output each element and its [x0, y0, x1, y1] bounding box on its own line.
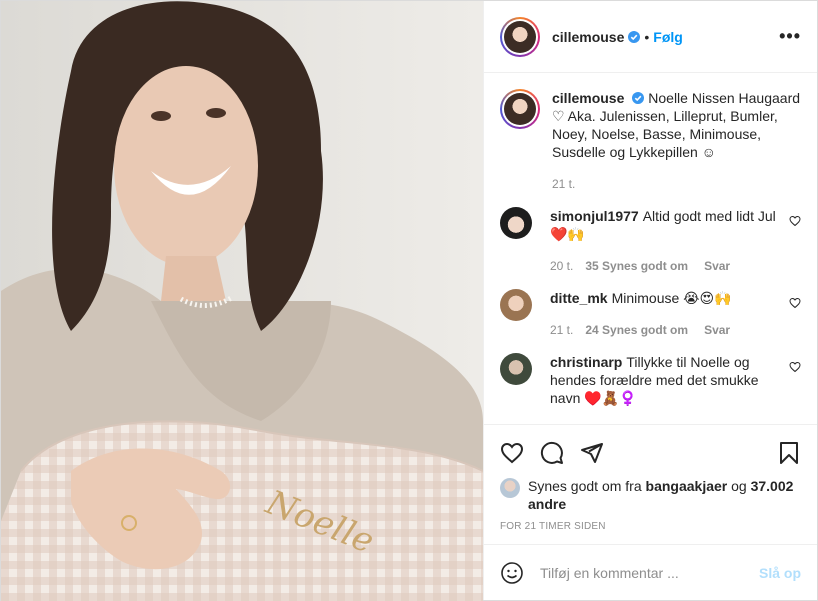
- comment-username[interactable]: simonjul1977: [550, 208, 639, 224]
- liker-avatar[interactable]: [500, 478, 520, 498]
- share-send-icon[interactable]: [580, 441, 604, 465]
- reply-button[interactable]: Svar: [704, 321, 730, 339]
- commenter-avatar[interactable]: [500, 207, 532, 239]
- comment-username[interactable]: ditte_mk: [550, 290, 608, 306]
- likes-prefix: Synes godt om fra: [528, 478, 642, 494]
- like-comment-heart-icon[interactable]: [789, 297, 801, 309]
- verified-badge-icon: [628, 30, 641, 43]
- comment-row: simonjul1977 Altid godt med lidt Jul ❤️🙌 …: [500, 207, 801, 275]
- comment-likes[interactable]: 24 Synes godt om: [585, 321, 688, 339]
- caption: cillemouse Noelle Nissen Haugaard ♡ Aka.…: [500, 89, 801, 193]
- caption-meta: 21 t.: [552, 175, 801, 193]
- separator-dot: •: [644, 28, 650, 45]
- like-comment-heart-icon[interactable]: [789, 361, 801, 373]
- comment-username[interactable]: christinarp: [550, 354, 622, 370]
- post-comment-button[interactable]: Slå op: [759, 565, 801, 581]
- post-timestamp[interactable]: FOR 21 TIMER SIDEN: [500, 521, 801, 532]
- more-options-button[interactable]: •••: [779, 26, 801, 47]
- author-username[interactable]: cillemouse: [552, 29, 624, 45]
- post-side-panel: cillemouse • Følg ••• cillemouse Noelle …: [483, 1, 817, 600]
- likes-joiner: og: [731, 478, 747, 494]
- comment-row: ditte_mk Minimouse 😭😍🙌 21 t. 24 Synes god…: [500, 289, 801, 339]
- likes-summary: Synes godt om fra bangaakjaer og 37.002 …: [500, 477, 801, 513]
- comment-time[interactable]: 20 t.: [550, 257, 573, 275]
- commenter-avatar[interactable]: [500, 353, 532, 385]
- like-comment-heart-icon[interactable]: [789, 215, 801, 227]
- follow-button[interactable]: Følg: [653, 29, 683, 45]
- like-heart-icon[interactable]: [500, 441, 524, 465]
- reply-button[interactable]: Svar: [704, 257, 730, 275]
- post-photo[interactable]: Noelle: [1, 1, 483, 601]
- post-actions: Synes godt om fra bangaakjaer og 37.002 …: [484, 424, 817, 544]
- liker-username[interactable]: bangaakjaer: [646, 478, 728, 494]
- commenter-avatar[interactable]: [500, 289, 532, 321]
- save-bookmark-icon[interactable]: [777, 441, 801, 465]
- post-header: cillemouse • Følg •••: [484, 1, 817, 73]
- comment-time[interactable]: 21 t.: [550, 321, 573, 339]
- comment-input[interactable]: [540, 564, 759, 581]
- comments-list[interactable]: cillemouse Noelle Nissen Haugaard ♡ Aka.…: [484, 73, 817, 424]
- instagram-post: Noelle cillemouse • Følg ••• cillemouse …: [0, 0, 818, 601]
- verified-badge-icon: [632, 92, 645, 104]
- add-comment-bar: Slå op: [484, 544, 817, 600]
- author-avatar[interactable]: [500, 16, 540, 57]
- caption-time[interactable]: 21 t.: [552, 175, 575, 193]
- caption-username[interactable]: cillemouse: [552, 90, 624, 106]
- emoji-smiley-icon[interactable]: [500, 561, 524, 585]
- comment-row: christinarp Tillykke til Noelle og hendes…: [500, 353, 801, 407]
- comment-likes[interactable]: 35 Synes godt om: [585, 257, 688, 275]
- caption-avatar[interactable]: [500, 89, 540, 129]
- comment-text: Minimouse 😭😍🙌: [611, 290, 732, 306]
- comment-bubble-icon[interactable]: [540, 441, 564, 465]
- photo-illustration: Noelle: [1, 1, 483, 601]
